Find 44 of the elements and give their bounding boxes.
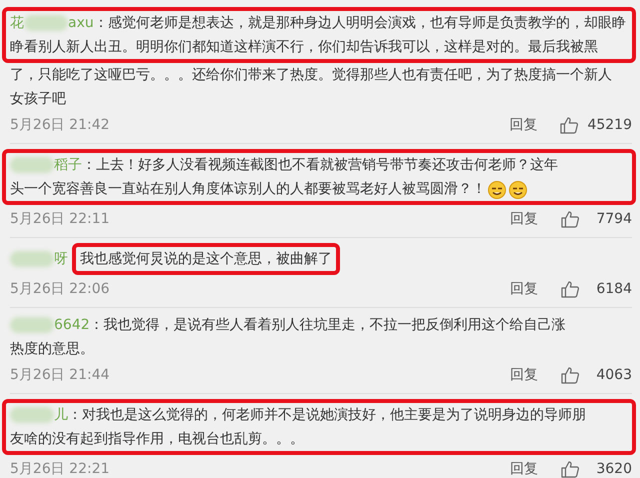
timestamp: 5月26日 22:21: [10, 460, 111, 478]
reply-link[interactable]: 回复: [510, 366, 538, 384]
blurred-name: [10, 157, 54, 173]
like-count: 3620: [595, 461, 632, 477]
timestamp: 5月26日 21:42: [10, 116, 111, 134]
thumbs-up-icon[interactable]: [560, 209, 580, 229]
comment-text: 头一个宽容善良一直站在别人角度体谅别人的人都要被骂老好人被骂圆滑？！: [10, 180, 486, 199]
comment-text: 睁看别人新人出丑。明明你们都知道这样演不行，你们却告诉我可以，这样是对的。最后我被黑: [10, 38, 598, 57]
comment-text: ：上去！好多人没看视频连截图也不看就被营销号带节奏还攻击何老师？这年: [82, 156, 558, 175]
username[interactable]: axu: [68, 11, 94, 35]
comment-text: ：感觉何老师是想表达，就是那种身边人明明会演戏，也有导师是负责教学的，却眼睁: [94, 14, 626, 33]
blurred-name: [10, 317, 54, 333]
timestamp: 5月26日 22:06: [10, 280, 111, 298]
comment-text: 友啥的没有起到指导作用，电视台也乱剪。。。: [10, 430, 304, 449]
timestamp: 5月26日 22:11: [10, 210, 111, 228]
comment-text: 热度的意思。: [10, 340, 94, 359]
username[interactable]: 6642: [54, 313, 90, 337]
comment-text: 我也感觉何炅说的是这个意思，被曲解了: [80, 250, 332, 269]
blurred-name: [10, 407, 54, 423]
reply-link[interactable]: 回复: [510, 280, 538, 298]
like-count: 4063: [595, 367, 632, 383]
reply-link[interactable]: 回复: [510, 460, 538, 478]
comment-text: ：对我也是这么觉得的，何老师并不是说她演技好，他主要是为了说明身边的导师朋: [68, 406, 586, 425]
username[interactable]: 呀: [54, 247, 68, 271]
reply-link[interactable]: 回复: [509, 116, 538, 134]
username[interactable]: 稻子: [54, 153, 82, 177]
like-count: 7794: [595, 211, 632, 227]
thumbs-up-icon[interactable]: [559, 115, 580, 135]
smiley-icon: [508, 179, 528, 199]
comment-text: 女孩子吧: [10, 90, 66, 109]
timestamp: 5月26日 21:44: [10, 366, 111, 384]
thumbs-up-icon[interactable]: [560, 279, 580, 299]
like-count: 45219: [587, 117, 632, 133]
comment-text: ：我也觉得，是说有些人看着别人往坑里走，不拉一把反倒利用这个给自己涨: [90, 316, 566, 335]
like-count: 6184: [595, 281, 632, 297]
comment-text: 了，只能吃了这哑巴亏。。。还给你们带来了热度。觉得那些人也有责任吧，为了热度搞一个新人: [10, 66, 612, 85]
thumbs-up-icon[interactable]: [560, 459, 580, 478]
thumbs-up-icon[interactable]: [560, 365, 580, 385]
username[interactable]: 花: [10, 11, 24, 35]
smiley-icon: [487, 179, 507, 199]
username[interactable]: 儿: [54, 403, 68, 427]
reply-link[interactable]: 回复: [510, 210, 538, 228]
blurred-name: [10, 251, 54, 267]
blurred-name: [24, 15, 68, 31]
